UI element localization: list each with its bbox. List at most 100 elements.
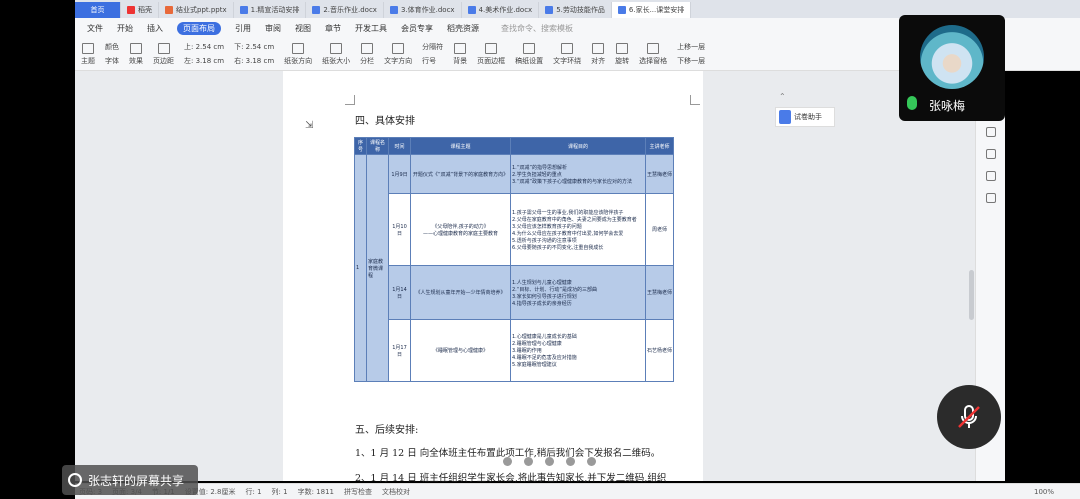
time-cell: 1月14日 [388,265,411,321]
settings-icon[interactable] [985,127,996,137]
participant-avatar [920,25,984,89]
location-icon[interactable] [985,171,996,181]
vertical-scrollbar[interactable] [969,270,974,320]
mouse-cursor-icon: ⇲ [305,120,314,131]
exam-helper-button[interactable]: 试卷助手 [775,107,835,127]
right-margin-field[interactable]: 右: 3.18 cm [234,56,274,66]
menu-item-9[interactable]: 会员专享 [401,23,433,34]
table-header-cell: 课程名称 [366,137,389,155]
font-button[interactable]: 字体 [105,56,119,66]
send-backward-button[interactable]: 下移一层 [677,56,705,66]
section-heading-4: 四、具体安排 [355,116,415,127]
align-icon [592,42,605,54]
status-words[interactable]: 字数: 1811 [298,487,334,497]
table-row: 1 家庭教育微课程 1月9日 开题仪式《“双减”背景下的家庭教育方向》 1.“双减”的指… [354,153,674,382]
menu-item-3[interactable]: 页面布局 [177,21,221,35]
screen-share-icon [68,473,82,487]
menu-item-2[interactable]: 插入 [147,23,163,34]
collapse-arrow-icon[interactable]: ⌃ [779,92,786,101]
margin-icon [157,42,170,54]
tab-5[interactable]: 3.体育作业.docx [384,2,462,18]
size-icon [330,42,343,54]
effect-button[interactable]: 效果 [129,42,143,66]
wrap-icon [561,42,574,54]
menu-item-5[interactable]: 审阅 [265,23,281,34]
dot [503,457,512,466]
exam-helper-icon [779,110,791,124]
teacher-cell: 石艺杨老师 [645,319,674,382]
theme-icon [82,42,94,54]
teacher-cell: 王慧梅老师 [645,153,674,195]
help-icon[interactable] [985,149,996,159]
ppt-file-icon [165,6,173,14]
spell-check-button[interactable]: 拼写检查 [344,487,372,497]
size-button[interactable]: 纸张大小 [322,42,350,66]
wps-file-icon [127,6,135,14]
time-cell: 1月9日 [388,153,411,195]
table-header-cell: 课程目的 [510,137,646,155]
tab-label: 结业式ppt.pptx [176,6,227,14]
command-search-input[interactable]: 查找命令、搜索模板 [501,23,573,34]
align-button[interactable]: 对齐 [591,42,605,66]
dot [545,457,554,466]
paper-settings-button[interactable]: 稿纸设置 [515,42,543,66]
tab-6[interactable]: 4.美术作业.docx [462,2,540,18]
page-border-button[interactable]: 页面边框 [477,42,505,66]
status-col: 列: 1 [271,487,288,496]
dot [566,457,575,466]
bottom-margin-field[interactable]: 下: 2.54 cm [234,42,274,52]
tab-1[interactable]: 稻壳 [121,2,159,18]
doc-file-icon [545,6,554,14]
text-direction-button[interactable]: 文字方向 [384,42,412,66]
tab-0[interactable]: 首页 [75,2,121,18]
orientation-button[interactable]: 纸张方向 [284,42,312,66]
storage-icon[interactable] [985,193,996,203]
status-bar: 页码: 3 页面: 3/4 节: 1/1 设置值: 2.8厘米 行: 1 列: … [75,483,1080,499]
menu-item-1[interactable]: 开始 [117,23,133,34]
mute-microphone-button[interactable] [937,385,1001,449]
dot [587,457,596,466]
theme-button[interactable]: 主题 [81,42,95,66]
menu-item-10[interactable]: 稻壳资源 [447,23,479,34]
margin-top-left-group: 上: 2.54 cm 左: 3.18 cm [184,42,224,66]
columns-button[interactable]: 分栏 [360,42,374,66]
color-button[interactable]: 颜色 [105,42,119,52]
tab-2[interactable]: 结业式ppt.pptx [159,2,234,18]
tab-8[interactable]: 6.家长...课堂安排 [611,2,692,18]
proofread-button[interactable]: 文档校对 [382,487,410,497]
bring-forward-button[interactable]: 上移一层 [677,42,705,52]
menu-item-6[interactable]: 视图 [295,23,311,34]
tab-7[interactable]: 5.劳动技能作品 [539,2,612,18]
left-margin-field[interactable]: 左: 3.18 cm [184,56,224,66]
table-row: 1月14日 《人生规划从童年开始—少年情商培养》 1.人生规划与儿童心理健康 2.“… [355,265,674,321]
menu-item-4[interactable]: 引用 [235,23,251,34]
menu-item-0[interactable]: 文件 [87,23,103,34]
menu-item-7[interactable]: 章节 [325,23,341,34]
teacher-cell: 周老师 [645,193,674,267]
margin-button[interactable]: 页边距 [153,42,174,66]
tab-label: 1.精宣活动安排 [250,6,300,14]
tab-4[interactable]: 2.音乐作业.docx [306,2,384,18]
top-margin-field[interactable]: 上: 2.54 cm [184,42,224,52]
microphone-icon [907,96,917,110]
rotate-icon [616,42,629,54]
menu-item-8[interactable]: 开发工具 [355,23,387,34]
breaks-lines-group: 分隔符 行号 [422,42,443,66]
breaks-button[interactable]: 分隔符 [422,42,443,52]
tab-3[interactable]: 1.精宣活动安排 [234,2,307,18]
select-pane-button[interactable]: 选择窗格 [639,42,667,66]
goal-cell: 1.“双减”的指导思想解析 2.学生负担减轻的重点 3.“双减”政策下孩子心理健… [510,153,646,195]
tab-label: 稻壳 [138,6,152,14]
line-numbers-button[interactable]: 行号 [422,56,443,66]
teacher-cell: 王慧梅老师 [645,265,674,321]
background-button[interactable]: 背景 [453,42,467,66]
orientation-icon [292,42,305,54]
time-cell: 1月10日 [388,193,411,267]
topic-cell: 开题仪式《“双减”背景下的家庭教育方向》 [410,153,511,195]
rotate-button[interactable]: 旋转 [615,42,629,66]
doc-file-icon [389,6,398,14]
wrap-button[interactable]: 文字环绕 [553,42,581,66]
zoom-level[interactable]: 100% [1034,488,1054,496]
table-header-cell: 课程主题 [410,137,511,155]
schedule-table: 序号 课程名称 时间 课程主题 课程目的 主讲老师 1 家庭教育微课程 1月9日 开题仪式《“双… [354,137,674,382]
